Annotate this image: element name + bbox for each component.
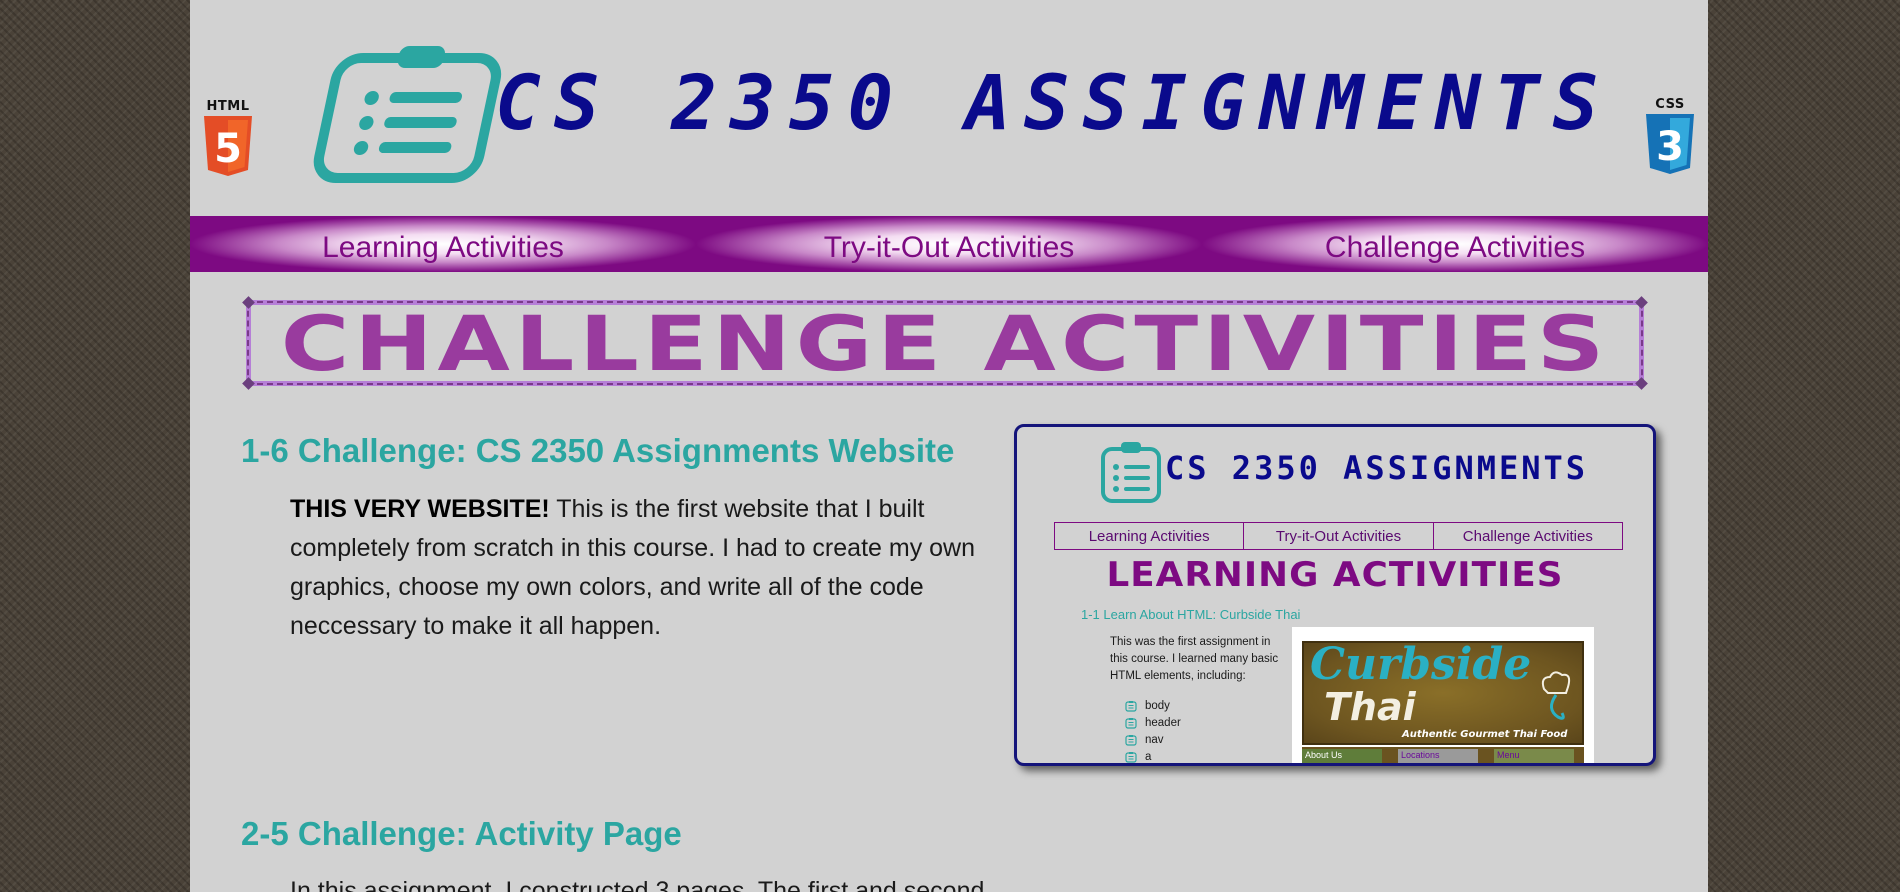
list-item-text: nav [1145,733,1164,746]
css3-label: CSS [1655,97,1685,112]
page-container: HTML 5 CS 2350 ASSIGNMENTS CSS 3 Learnin… [190,0,1708,892]
nav-link-learning[interactable]: Learning Activities [190,216,696,272]
preview-item-description: This was the first assignment in this co… [1110,636,1279,682]
corner-ornament [242,377,255,390]
curbside-logo-word: Thai [1324,685,1416,729]
css3-badge: CSS 3 [1642,97,1698,180]
curbside-tagline: Authentic Gourmet Thai Food [1402,729,1568,740]
description-text: In this assignment, I constructed 3 page… [290,877,985,892]
site-header: HTML 5 CS 2350 ASSIGNMENTS CSS 3 [190,0,1708,216]
list-item: body [1125,697,1181,714]
clipboard-bullet-icon [1125,734,1137,746]
list-item: a [1125,748,1181,763]
curbside-tiles: About Us Locations Menu [1302,747,1584,763]
html5-shield-icon: 5 [204,116,252,176]
html5-glyph: 5 [214,126,242,172]
html5-badge: HTML 5 [200,99,256,182]
list-item-text: a [1145,750,1152,763]
curbside-banner: Curbside Thai Authentic Gourmet Thai Foo… [1302,639,1584,745]
preview-nav-link: Learning Activities [1054,522,1245,550]
description-emphasis: THIS VERY WEBSITE! [290,495,550,523]
curbside-tile: Menu [1494,749,1574,763]
clipboard-bullet-icon [1125,700,1137,712]
assignment-title: 2-5 Challenge: Activity Page [241,815,682,852]
nav-link-challenge[interactable]: Challenge Activities [1202,216,1708,272]
main-nav: Learning Activities Try-it-Out Activitie… [190,216,1708,272]
preview-nav: Learning Activities Try-it-Out Activitie… [1054,522,1623,550]
preview-element-list: body header nav a [1125,697,1181,763]
nav-link-try-it-out[interactable]: Try-it-Out Activities [696,216,1202,272]
list-item: nav [1125,731,1181,748]
chef-hat-icon [1541,671,1571,720]
css3-glyph: 3 [1656,124,1684,170]
assignment-description: THIS VERY WEBSITE! This is the first web… [290,490,990,646]
clipboard-list-icon [313,46,502,183]
preview-item-title: 1-1 Learn About HTML: Curbside Thai [1081,607,1301,622]
site-title: CS 2350 ASSIGNMENTS [495,58,1612,147]
clipboard-bullet-icon [1125,751,1137,763]
corner-ornament [1635,377,1648,390]
corner-ornament [1635,296,1648,309]
assignment-title: 1-6 Challenge: CS 2350 Assignments Websi… [241,432,955,469]
preview-site-title: CS 2350 ASSIGNMENTS [1165,449,1589,487]
list-item: header [1125,714,1181,731]
assignment-preview-image[interactable]: CS 2350 ASSIGNMENTS Learning Activities … [1014,424,1656,766]
page-heading-frame: CHALLENGE ACTIVITIES [242,296,1648,390]
clipboard-list-icon [1101,442,1161,503]
list-item-text: header [1145,716,1181,729]
curbside-thai-thumbnail: Curbside Thai Authentic Gourmet Thai Foo… [1292,627,1594,763]
curbside-logo-word: Curbside [1310,639,1532,690]
html5-label: HTML [206,99,250,114]
curbside-tile: Locations [1398,749,1478,763]
assignment-description: In this assignment, I constructed 3 page… [290,872,1050,892]
page-heading: CHALLENGE ACTIVITIES [280,298,1610,388]
curbside-tile: About Us [1302,749,1382,763]
clipboard-bullet-icon [1125,717,1137,729]
css3-shield-icon: 3 [1646,114,1694,174]
list-item-text: body [1145,699,1170,712]
preview-nav-link: Try-it-Out Activities [1243,522,1434,550]
preview-page-heading: LEARNING ACTIVITIES [1106,555,1564,595]
corner-ornament [242,296,255,309]
preview-nav-link: Challenge Activities [1432,522,1623,550]
